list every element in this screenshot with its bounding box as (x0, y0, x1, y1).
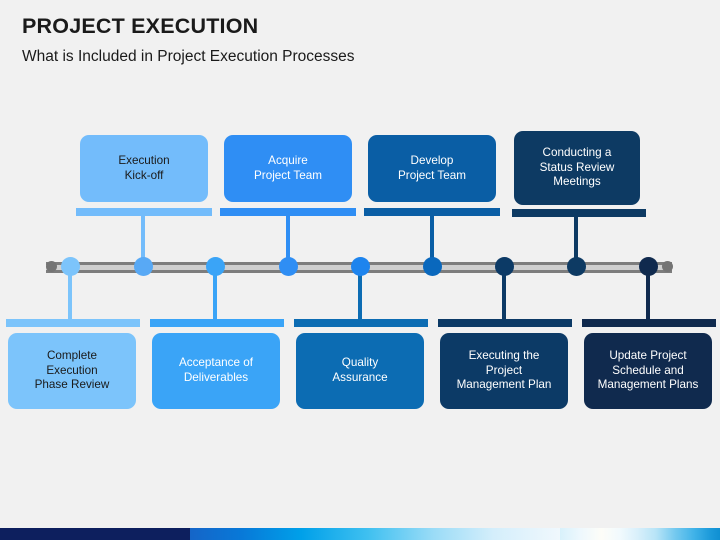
footer-gradient-segment-right (560, 528, 720, 540)
connector-stem-conducting-status-review-meetings (574, 217, 578, 262)
end-cap (662, 261, 673, 272)
top-row-box-execution-kick-off[interactable]: Execution Kick-off (80, 135, 208, 202)
accent-bar-acceptance-of-deliverables (150, 319, 284, 327)
accent-bar-conducting-status-review-meetings (512, 209, 646, 217)
connector-stem-execution-kick-off (141, 216, 145, 262)
bottom-row-box-executing-project-management-plan[interactable]: Executing the Project Management Plan (440, 333, 568, 409)
bottom-row-box-update-project-schedule-management-plans[interactable]: Update Project Schedule and Management Pla… (584, 333, 712, 409)
box-label: Quality Assurance (332, 356, 388, 384)
box-label: Develop Project Team (398, 153, 466, 182)
bottom-row-box-quality-assurance[interactable]: Quality Assurance (296, 333, 424, 409)
top-row-box-acquire-project-team[interactable]: Acquire Project Team (224, 135, 352, 202)
box-label: Executing the Project Management Plan (456, 348, 552, 392)
bottom-row-box-complete-execution-phase-review[interactable]: Complete Execution Phase Review (8, 333, 136, 409)
top-row-box-conducting-status-review-meetings[interactable]: Conducting a Status Review Meetings (514, 131, 640, 205)
timeline-node-7[interactable] (495, 257, 514, 276)
accent-bar-executing-project-management-plan (438, 319, 572, 327)
connector-stem-develop-project-team (430, 216, 434, 262)
box-label: Conducting a Status Review Meetings (539, 145, 615, 189)
timeline-node-1[interactable] (61, 257, 80, 276)
accent-bar-acquire-project-team (220, 208, 356, 216)
accent-bar-update-project-schedule-management-plans (582, 319, 716, 327)
connector-stem-quality-assurance (358, 272, 362, 320)
accent-bar-complete-execution-phase-review (6, 319, 140, 327)
start-cap (46, 261, 57, 272)
connector-stem-update-project-schedule-management-plans (646, 272, 650, 320)
accent-bar-develop-project-team (364, 208, 500, 216)
timeline-node-3[interactable] (206, 257, 225, 276)
box-label: Complete Execution Phase Review (34, 348, 110, 392)
timeline-node-5[interactable] (351, 257, 370, 276)
timeline-node-9[interactable] (639, 257, 658, 276)
footer-solid-segment (0, 528, 190, 540)
footer-gradient-segment-left (190, 528, 560, 540)
timeline-node-2[interactable] (134, 257, 153, 276)
accent-bar-execution-kick-off (76, 208, 212, 216)
process-timeline-diagram: Execution Kick-off Acquire Project Team Deve… (0, 0, 720, 500)
box-label: Update Project Schedule and Management Pla… (597, 348, 699, 392)
slide-canvas: PROJECT EXECUTION What is Included in Pr… (0, 0, 720, 540)
timeline-node-4[interactable] (279, 257, 298, 276)
connector-stem-complete-execution-phase-review (68, 272, 72, 320)
timeline-node-8[interactable] (567, 257, 586, 276)
top-row-box-develop-project-team[interactable]: Develop Project Team (368, 135, 496, 202)
box-label: Acceptance of Deliverables (178, 356, 254, 384)
footer-gradient-strip (0, 528, 720, 540)
timeline-node-6[interactable] (423, 257, 442, 276)
connector-stem-executing-project-management-plan (502, 272, 506, 320)
box-label: Execution Kick-off (118, 153, 170, 182)
connector-stem-acquire-project-team (286, 216, 290, 262)
bottom-row-box-acceptance-of-deliverables[interactable]: Acceptance of Deliverables (152, 333, 280, 409)
accent-bar-quality-assurance (294, 319, 428, 327)
box-label: Acquire Project Team (254, 153, 322, 182)
connector-stem-acceptance-of-deliverables (213, 272, 217, 320)
